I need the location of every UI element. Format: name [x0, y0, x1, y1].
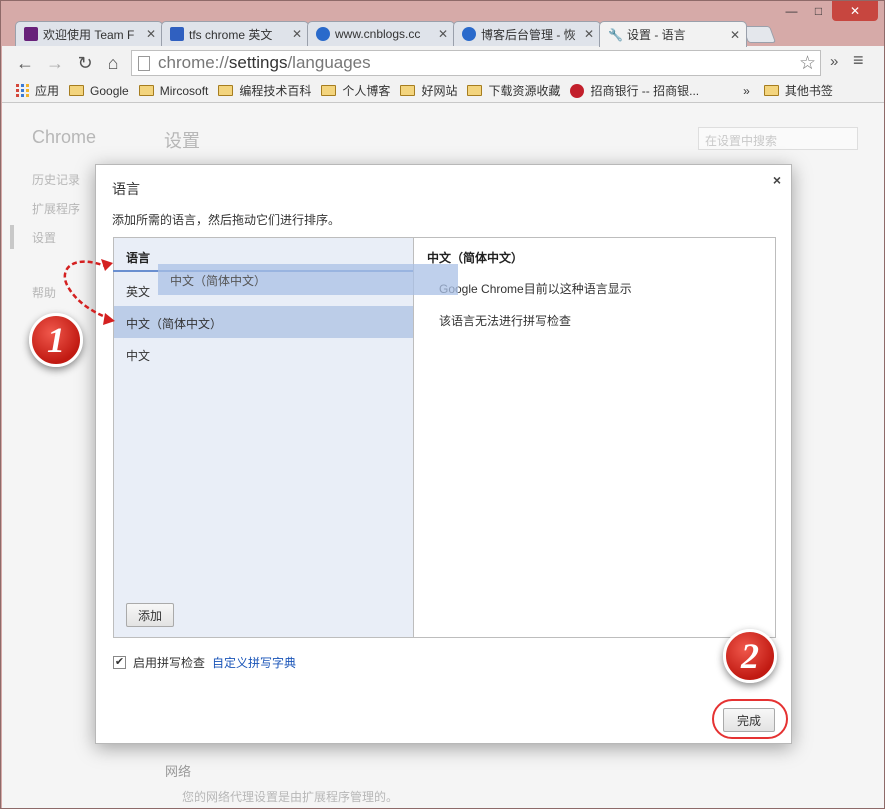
tab-team-foundation[interactable]: 欢迎使用 Team F ✕ — [15, 21, 163, 46]
folder-icon — [321, 85, 337, 96]
settings-search-input[interactable]: 在设置中搜索 — [698, 127, 858, 150]
bookmark-label: 应用 — [35, 84, 60, 98]
bookmark-folder-programming[interactable]: 编程技术百科 — [218, 82, 311, 99]
bookmarks-overflow-button[interactable]: » — [743, 84, 750, 98]
address-bar[interactable]: chrome://settings/languages ☆ — [131, 50, 821, 76]
step-1-badge: 1 — [29, 313, 83, 367]
page-title: 设置 — [164, 131, 200, 151]
tab-label: tfs chrome 英文 — [189, 27, 273, 42]
forward-arrow-icon[interactable]: → — [44, 52, 66, 74]
cnblogs-icon — [316, 27, 330, 41]
tab-label: 博客后台管理 - 恢 — [481, 27, 576, 42]
bookmark-apps[interactable]: 应用 — [16, 82, 59, 99]
tab-strip: 欢迎使用 Team F ✕ tfs chrome 英文 ✕ www.cnblog… — [15, 21, 865, 47]
tab-label: 欢迎使用 Team F — [43, 27, 135, 42]
custom-dictionary-link[interactable]: 自定义拼写字典 — [212, 654, 296, 671]
url-path: /languages — [287, 53, 371, 72]
url-host: settings — [228, 53, 288, 72]
languages-panel: 语言 英文 中文（简体中文） 中文 添加 中文（简体中文） Google Chr… — [113, 237, 776, 638]
minimize-button[interactable]: — — [778, 1, 805, 21]
toolbar: ← → ↻ ⌂ chrome://settings/languages ☆ » … — [2, 46, 884, 79]
tab-cnblogs[interactable]: www.cnblogs.cc ✕ — [307, 21, 455, 46]
drag-ghost: 中文（简体中文） — [158, 264, 458, 295]
nav-item-extensions[interactable]: 扩展程序 — [32, 200, 80, 217]
tab-label: 设置 - 语言 — [627, 28, 686, 42]
close-icon[interactable]: ✕ — [584, 27, 594, 41]
folder-icon — [218, 85, 234, 96]
folder-icon — [400, 85, 416, 96]
nav-item-settings[interactable]: 设置 — [32, 229, 56, 246]
bookmark-label: Google — [90, 83, 129, 98]
close-window-button[interactable]: ✕ — [832, 1, 878, 21]
bookmarks-bar: 应用 Google Mircosoft 编程技术百科 个人博客 好网站 下载资源… — [2, 79, 884, 103]
spellcheck-label: 启用拼写检查 — [133, 656, 206, 670]
reload-icon[interactable]: ↻ — [74, 52, 96, 74]
baidu-paw-icon — [170, 27, 184, 41]
spellcheck-row: ✔ 启用拼写检查 自定义拼写字典 — [113, 654, 296, 671]
tab-label: www.cnblogs.cc — [335, 27, 421, 41]
close-icon[interactable]: ✕ — [438, 27, 448, 41]
close-icon[interactable]: ✕ — [730, 28, 740, 42]
folder-icon — [467, 85, 483, 96]
detail-display-note: Google Chrome目前以这种语言显示 — [439, 282, 632, 296]
close-icon[interactable]: ✕ — [292, 27, 302, 41]
bookmark-label: 编程技术百科 — [239, 84, 312, 98]
tab-tfs-chrome[interactable]: tfs chrome 英文 ✕ — [161, 21, 309, 46]
bookmark-label: 招商银行 -- 招商银... — [590, 84, 700, 98]
language-detail: 中文（简体中文） Google Chrome目前以这种语言显示 该语言无法进行拼… — [415, 238, 775, 637]
tab-blog-admin[interactable]: 博客后台管理 - 恢 ✕ — [453, 21, 601, 46]
bookmark-folder-downloads[interactable]: 下载资源收藏 — [467, 82, 560, 99]
folder-icon — [138, 85, 154, 96]
close-icon[interactable]: × — [773, 172, 781, 188]
bookmark-label: 下载资源收藏 — [488, 84, 561, 98]
bookmark-label: Mircosoft — [159, 83, 209, 98]
cmb-icon — [570, 83, 585, 98]
maximize-button[interactable]: □ — [805, 1, 832, 21]
bookmark-label: 好网站 — [421, 84, 458, 98]
home-icon[interactable]: ⌂ — [102, 52, 124, 74]
back-arrow-icon[interactable]: ← — [14, 52, 36, 74]
bookmark-cmb[interactable]: 招商银行 -- 招商银... — [570, 82, 699, 99]
step-2-badge: 2 — [723, 629, 777, 683]
browser-window: — □ ✕ 欢迎使用 Team F ✕ tfs chrome 英文 ✕ www.… — [0, 0, 885, 809]
nav-selected-marker — [10, 225, 14, 249]
folder-icon — [69, 85, 85, 96]
url-scheme: chrome:// — [158, 53, 229, 72]
dialog-title: 语言 — [112, 181, 140, 197]
network-note: 您的网络代理设置是由扩展程序管理的。 — [182, 790, 399, 804]
language-item-chinese-simplified[interactable]: 中文（简体中文） — [114, 306, 413, 338]
window-caption-buttons: — □ ✕ — [778, 1, 878, 21]
page-icon — [138, 55, 150, 71]
add-language-button[interactable]: 添加 — [126, 603, 174, 627]
nav-item-history[interactable]: 历史记录 — [32, 171, 80, 188]
bookmark-label: 个人博客 — [342, 84, 391, 98]
dialog-description: 添加所需的语言，然后拖动它们进行排序。 — [112, 213, 341, 227]
languages-dialog: 语言 × 添加所需的语言，然后拖动它们进行排序。 语言 英文 中文（简体中文） … — [95, 164, 792, 744]
bookmark-folder-mircosoft[interactable]: Mircosoft — [138, 83, 209, 98]
apps-icon — [16, 84, 29, 97]
bookmark-folder-google[interactable]: Google — [69, 84, 129, 98]
language-list-header: 语言 — [126, 251, 151, 265]
network-heading: 网络 — [165, 764, 192, 779]
visual-studio-icon — [24, 27, 38, 41]
extensions-overflow-button[interactable]: » — [830, 53, 838, 70]
chrome-menu-icon[interactable]: ≡ — [853, 50, 864, 71]
language-list: 语言 英文 中文（简体中文） 中文 添加 — [114, 238, 414, 637]
bookmark-label: 其他书签 — [784, 84, 833, 98]
done-highlight-ring — [712, 699, 788, 739]
bookmark-folder-other[interactable]: 其他书签 — [763, 82, 833, 99]
detail-spellcheck-note: 该语言无法进行拼写检查 — [439, 314, 572, 328]
cnblogs-icon — [462, 27, 476, 41]
language-item-chinese[interactable]: 中文 — [114, 338, 413, 370]
close-icon[interactable]: ✕ — [146, 27, 156, 41]
bookmark-folder-good-sites[interactable]: 好网站 — [400, 82, 457, 99]
spellcheck-checkbox[interactable]: ✔ — [113, 656, 126, 669]
bookmark-star-icon[interactable]: ☆ — [799, 52, 816, 75]
folder-icon — [763, 85, 779, 96]
tab-settings-languages[interactable]: 🔧 设置 - 语言 ✕ — [599, 21, 747, 47]
wrench-icon: 🔧 — [608, 27, 623, 42]
new-tab-button[interactable] — [741, 26, 777, 43]
chrome-brand: Chrome — [32, 127, 97, 147]
bookmark-folder-blog[interactable]: 个人博客 — [321, 82, 390, 99]
